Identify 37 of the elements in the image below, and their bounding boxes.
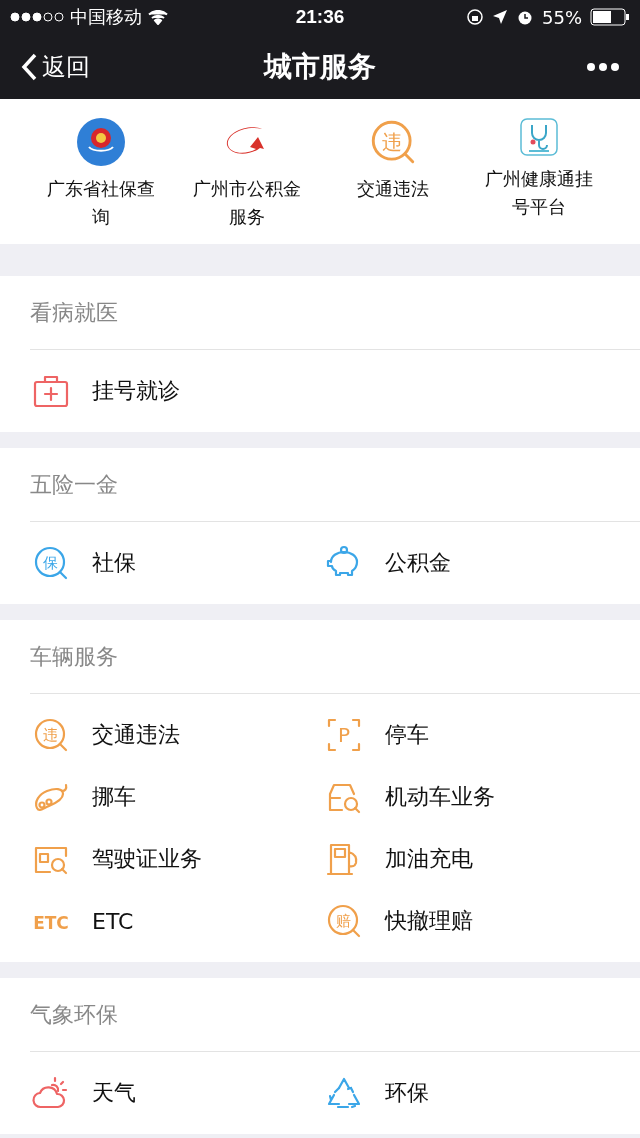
rotation-lock-icon [466,8,484,26]
location-arrow-icon [492,9,508,25]
service-label[interactable]: 天气 [92,1078,136,1108]
wifi-icon [148,9,168,25]
shortcut-label[interactable]: 广东省社保查询 [44,175,158,231]
service-label[interactable]: 挪车 [92,782,136,812]
section-title: 气象环保 [30,1000,118,1029]
page-title: 城市服务 [264,48,376,85]
service-label[interactable]: 挂号就诊 [92,376,180,406]
service-label[interactable]: 加油充电 [385,844,473,874]
service-label[interactable]: 机动车业务 [385,782,495,812]
signal-icon [10,12,64,22]
service-label[interactable]: 公积金 [385,548,451,578]
service-label[interactable]: ETC [92,908,134,934]
etc-icon: ETC [32,902,70,940]
shortcut-label[interactable]: 广州市公积金服务 [190,175,304,231]
shortcut-label[interactable]: 交通违法 [336,175,450,203]
stethoscope-app-icon [519,117,559,157]
battery-icon [590,8,630,26]
more-icon[interactable] [586,61,620,72]
section-title: 车辆服务 [30,642,118,671]
service-label[interactable]: 社保 [92,548,136,578]
carrier-name: 中国移动 [70,5,142,29]
section-title: 看病就医 [30,298,118,327]
battery-percent: 55% [542,6,582,28]
clock-time: 21:36 [295,6,345,28]
service-label[interactable]: 驾驶证业务 [92,844,202,874]
back-label: 返回 [42,51,90,83]
service-label[interactable]: 环保 [385,1078,429,1108]
service-label[interactable]: 交通违法 [92,720,180,750]
service-label[interactable]: 快撤理赔 [385,906,473,936]
shortcut-label[interactable]: 广州健康通挂号平台 [482,165,596,221]
back-button[interactable]: 返回 [20,50,264,83]
chevron-left-icon [20,51,38,82]
section-title: 五险一金 [30,470,118,499]
emblem-icon [76,117,126,167]
service-label[interactable]: 停车 [385,720,429,750]
